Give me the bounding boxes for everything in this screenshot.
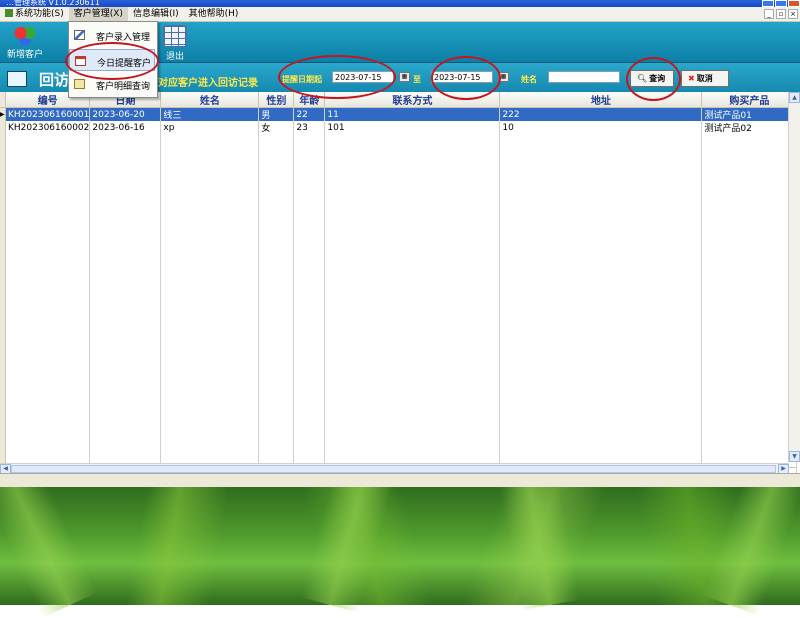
table-cell[interactable]: 23	[293, 121, 326, 134]
title-bar: …管理系统 V1.0.230611	[0, 0, 800, 7]
table-cell[interactable]: 测试产品01	[701, 107, 798, 121]
mdi-close-button[interactable]: ×	[788, 9, 798, 19]
exit-label: 退出	[165, 52, 184, 62]
table-row[interactable]: ▶ KH202306160001 2023-06-20 线三 男 22 11 2…	[0, 107, 798, 121]
date-from-calendar-button[interactable]: ▦	[399, 72, 410, 82]
horizontal-scroll-thumb[interactable]	[11, 465, 776, 473]
close-button[interactable]	[788, 0, 800, 7]
column-header[interactable]: 购买产品	[701, 92, 798, 108]
empty-grid-area	[0, 134, 798, 468]
minimize-button[interactable]	[762, 0, 774, 7]
menu-bar: 系统功能(S) 客户管理(X) 信息编辑(I) 其他帮助(H) _ ▫ ×	[0, 7, 800, 22]
table-cell[interactable]: 11	[324, 107, 501, 121]
table-cell[interactable]: 22	[293, 107, 326, 121]
column-header[interactable]: 姓名	[160, 92, 260, 108]
status-bar	[0, 473, 800, 487]
menu-item-today-reminder[interactable]: 今日提醒客户	[69, 49, 155, 71]
app-icon	[5, 9, 13, 17]
new-customer-label: 新增客户	[6, 50, 43, 60]
page-hint: 对应客户进入回访记录	[158, 78, 258, 89]
edit-icon	[74, 30, 85, 40]
new-customer-button[interactable]: 新增客户	[2, 22, 48, 62]
menu-item-customer-entry[interactable]: 客户录入管理	[69, 24, 155, 46]
menu-info-edit[interactable]: 信息编辑(I)	[128, 7, 184, 21]
mdi-minimize-button[interactable]: _	[764, 9, 774, 19]
date-from-field[interactable]: 2023-07-15	[332, 71, 394, 83]
search-button-label: 查询	[649, 74, 666, 83]
column-header[interactable]: 联系方式	[324, 92, 501, 108]
customer-menu-dropdown: 客户录入管理 今日提醒客户 客户明细查询	[68, 21, 158, 98]
contact-card-icon	[7, 71, 27, 87]
table-cell[interactable]: 线三	[160, 107, 260, 121]
search-button[interactable]: 🔍︎ 查询	[630, 70, 674, 87]
date-to-label: 至	[413, 75, 421, 84]
table-cell[interactable]: 女	[258, 121, 295, 134]
menu-help-label: 其他帮助(H)	[188, 9, 239, 19]
vertical-scrollbar[interactable]: ▲ ▼	[788, 92, 800, 462]
menu-customer[interactable]: 客户管理(X)	[68, 7, 128, 21]
desktop-wallpaper	[0, 461, 800, 618]
table-cell[interactable]: 2023-06-20	[89, 107, 162, 121]
date-from-label: 提醒日期起	[282, 75, 322, 84]
customer-table: 编号 日期 姓名 性别 年龄 联系方式 地址 购买产品 ▶ KH20230616…	[0, 92, 798, 478]
date-to-calendar-button[interactable]: ▦	[498, 72, 509, 82]
column-header[interactable]: 地址	[499, 92, 703, 108]
mdi-restore-button[interactable]: ▫	[776, 9, 786, 19]
table-cell[interactable]: 101	[324, 121, 501, 134]
calendar-icon	[75, 56, 86, 66]
menu-customer-label: 客户管理(X)	[73, 9, 123, 19]
menu-item-today-reminder-label: 今日提醒客户	[97, 59, 152, 69]
table-cell[interactable]: 2023-06-16	[89, 121, 162, 134]
date-to-field[interactable]: 2023-07-15	[431, 71, 493, 83]
name-field[interactable]	[548, 71, 620, 83]
exit-button[interactable]: 退出	[154, 22, 196, 62]
column-header[interactable]: 性别	[258, 92, 295, 108]
menu-system-label: 系统功能(S)	[15, 9, 64, 19]
table-cell[interactable]: 男	[258, 107, 295, 121]
column-header[interactable]: 年龄	[293, 92, 326, 108]
menu-item-customer-entry-label: 客户录入管理	[96, 33, 151, 43]
name-label: 姓名	[521, 75, 537, 84]
table-row[interactable]: KH202306160002 2023-06-16 xp 女 23 101 10…	[0, 121, 798, 134]
exit-grid-icon	[163, 25, 187, 47]
menu-help[interactable]: 其他帮助(H)	[184, 7, 244, 21]
table-cell[interactable]: KH202306160002	[5, 121, 91, 134]
search-doc-icon	[74, 79, 85, 89]
table-cell[interactable]: KH202306160001	[5, 107, 91, 121]
table-cell[interactable]: 222	[499, 107, 703, 121]
menu-item-customer-detail[interactable]: 客户明细查询	[69, 73, 155, 95]
search-icon: 🔍︎	[637, 74, 648, 83]
menu-system[interactable]: 系统功能(S)	[0, 7, 69, 21]
customer-grid: 编号 日期 姓名 性别 年龄 联系方式 地址 购买产品 ▶ KH20230616…	[0, 92, 800, 478]
cancel-x-icon: ✖	[688, 74, 695, 83]
scroll-down-icon[interactable]: ▼	[789, 451, 800, 462]
menu-info-edit-label: 信息编辑(I)	[132, 9, 179, 19]
scroll-up-icon[interactable]: ▲	[789, 92, 800, 103]
table-cell[interactable]: 测试产品02	[701, 121, 798, 134]
table-cell[interactable]: xp	[160, 121, 260, 134]
cancel-button[interactable]: ✖ 取消	[681, 70, 729, 87]
menu-item-customer-detail-label: 客户明细查询	[96, 82, 151, 92]
page-title: 回访	[39, 71, 70, 89]
new-customer-icon	[14, 25, 36, 45]
cancel-button-label: 取消	[696, 74, 713, 83]
maximize-button[interactable]	[775, 0, 787, 7]
table-cell[interactable]: 10	[499, 121, 703, 134]
